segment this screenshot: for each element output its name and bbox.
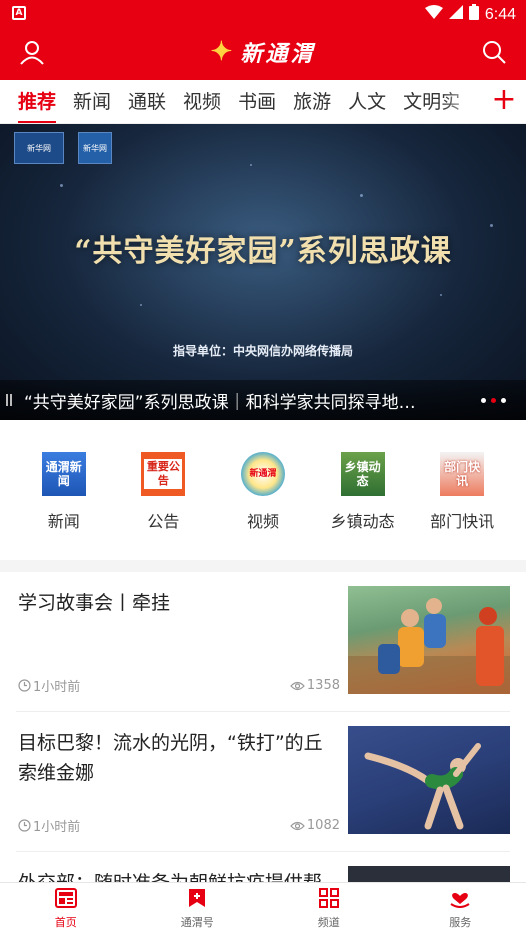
grid-icon xyxy=(318,887,339,912)
search-button[interactable] xyxy=(476,36,512,72)
nav-label: 通渭号 xyxy=(180,915,214,929)
search-icon xyxy=(481,39,507,69)
tab-fade xyxy=(442,80,482,123)
notice-icon: 重要公告 xyxy=(141,452,186,496)
banner-title: “共守美好家园”系列思政课 xyxy=(74,234,452,269)
user-icon xyxy=(19,39,45,69)
news-list: 学习故事会丨牵挂 1小时前 1358 目标巴黎！流水的光阴，“铁打”的丘索维金娜… xyxy=(0,572,526,912)
sparkle xyxy=(60,184,63,187)
bottom-nav: 首页 通渭号 频道 服务 xyxy=(0,882,526,934)
battery-icon xyxy=(468,4,479,25)
news-title: 目标巴黎！流水的光阴，“铁打”的丘索维金娜 xyxy=(18,732,323,784)
banner-caption: “共守美好家园”系列思政课｜和科学家共同探寻地… xyxy=(24,393,416,413)
quick-item-label: 新闻 xyxy=(47,512,80,531)
news-views: 1358 xyxy=(290,678,340,693)
quick-item-notice[interactable]: 重要公告 公告 xyxy=(118,420,208,560)
carousel-dot[interactable] xyxy=(481,398,486,403)
nav-services[interactable]: 服务 xyxy=(395,883,526,934)
news-views-count: 1082 xyxy=(306,818,340,833)
status-bar: A 6:44 xyxy=(0,0,526,28)
banner-logos: 新华网 新华网 xyxy=(14,132,112,164)
plus-icon: + xyxy=(491,82,517,117)
nav-home[interactable]: 首页 xyxy=(0,883,132,934)
news-time: 1小时前 xyxy=(18,816,80,835)
news-item[interactable]: 目标巴黎！流水的光阴，“铁打”的丘索维金娜 1小时前 1082 xyxy=(16,712,510,852)
news-icon: 通渭新闻 xyxy=(41,452,86,496)
quick-item-news[interactable]: 通渭新闻 新闻 xyxy=(19,420,109,560)
news-views-count: 1358 xyxy=(306,678,340,693)
nav-label: 服务 xyxy=(449,915,472,929)
news-thumbnail xyxy=(348,586,510,694)
app-logo: ✦ 新通渭 xyxy=(210,36,315,68)
town-news-icon: 乡镇动态 xyxy=(340,452,385,496)
notice-icon-text: 重要公告 xyxy=(144,459,183,489)
logo-mark-icon: ✦ xyxy=(210,37,236,67)
section-divider xyxy=(0,560,526,572)
video-icon: 新通渭 xyxy=(240,452,285,496)
notification-icon: A xyxy=(12,6,26,20)
tab-travel[interactable]: 旅游 xyxy=(293,80,331,123)
status-time: 6:44 xyxy=(484,5,516,23)
quick-item-label: 视频 xyxy=(246,512,279,531)
eye-icon xyxy=(290,681,305,690)
app-header: ✦ 新通渭 xyxy=(0,28,526,80)
quick-item-video[interactable]: 新通渭 视频 xyxy=(218,420,308,560)
quick-item-label: 公告 xyxy=(147,512,180,531)
sparkle xyxy=(360,194,363,197)
nav-label: 首页 xyxy=(54,915,77,929)
quick-item-label: 部门快讯 xyxy=(430,512,495,531)
sparkle xyxy=(440,294,442,296)
news-views: 1082 xyxy=(290,818,340,833)
tab-news[interactable]: 新闻 xyxy=(73,80,111,123)
app-screen: A 6:44 ✦ 新通渭 推荐 新闻 通联 视频 书画 旅游 人文 文明实 + … xyxy=(0,0,526,934)
department-news-icon: 部门快讯 xyxy=(440,452,485,496)
quick-nav: 通渭新闻 新闻 重要公告 公告 新通渭 视频 乡镇动态 乡镇动态 部门快讯 部门… xyxy=(0,420,526,560)
nav-label: 频道 xyxy=(317,915,340,929)
service-hands-icon xyxy=(449,888,471,912)
clock-icon xyxy=(18,679,31,692)
carousel-dots xyxy=(481,398,506,403)
nav-tongwei-hao[interactable]: 通渭号 xyxy=(132,883,264,934)
sparkle xyxy=(250,164,252,166)
eye-icon xyxy=(290,821,305,830)
news-meta: 1小时前 1358 xyxy=(18,676,340,695)
signal-icon xyxy=(448,5,463,24)
tab-calligraphy[interactable]: 书画 xyxy=(238,80,276,123)
banner-guide: 指导单位：中央网信办网络传播局 xyxy=(172,344,353,358)
sparkle xyxy=(140,304,142,306)
banner-caption-bar: “共守美好家园”系列思政课｜和科学家共同探寻地… xyxy=(0,380,526,420)
channel-tab-bar: 推荐 新闻 通联 视频 书画 旅游 人文 文明实 + xyxy=(0,80,526,124)
carousel-dot[interactable] xyxy=(501,398,506,403)
news-meta: 1小时前 1082 xyxy=(18,816,340,835)
nav-channels[interactable]: 频道 xyxy=(263,883,395,934)
wifi-icon xyxy=(424,5,443,24)
tab-recommend[interactable]: 推荐 xyxy=(18,80,57,123)
xinhua-logo-icon: 新华网 xyxy=(14,132,64,164)
bookmark-plus-icon xyxy=(187,888,207,912)
clock-icon xyxy=(18,819,31,832)
news-time: 1小时前 xyxy=(18,676,80,695)
status-icons: 6:44 xyxy=(424,4,516,25)
tab-tonglian[interactable]: 通联 xyxy=(128,80,166,123)
news-thumbnail xyxy=(348,726,510,834)
tab-culture[interactable]: 人文 xyxy=(348,80,386,123)
logo-text: 新通渭 xyxy=(240,41,316,67)
banner-carousel[interactable]: 新华网 新华网 “共守美好家园”系列思政课 指导单位：中央网信办网络传播局 “共… xyxy=(0,124,526,420)
carousel-dot-active[interactable] xyxy=(491,398,496,403)
channel-tabs: 推荐 新闻 通联 视频 书画 旅游 人文 文明实 xyxy=(0,80,477,123)
user-button[interactable] xyxy=(14,36,50,72)
home-icon xyxy=(54,887,77,912)
news-time-text: 1小时前 xyxy=(33,820,81,835)
add-channel-button[interactable]: + xyxy=(482,80,526,123)
news-time-text: 1小时前 xyxy=(33,680,81,695)
news-item[interactable]: 学习故事会丨牵挂 1小时前 1358 xyxy=(16,572,510,712)
news-title: 学习故事会丨牵挂 xyxy=(18,592,171,614)
pause-icon[interactable] xyxy=(6,394,14,406)
xinhua-badge-icon: 新华网 xyxy=(78,132,112,164)
quick-item-label: 乡镇动态 xyxy=(330,512,395,531)
tab-video[interactable]: 视频 xyxy=(183,80,221,123)
quick-item-town[interactable]: 乡镇动态 乡镇动态 xyxy=(318,420,408,560)
quick-item-department[interactable]: 部门快讯 部门快讯 xyxy=(417,420,507,560)
